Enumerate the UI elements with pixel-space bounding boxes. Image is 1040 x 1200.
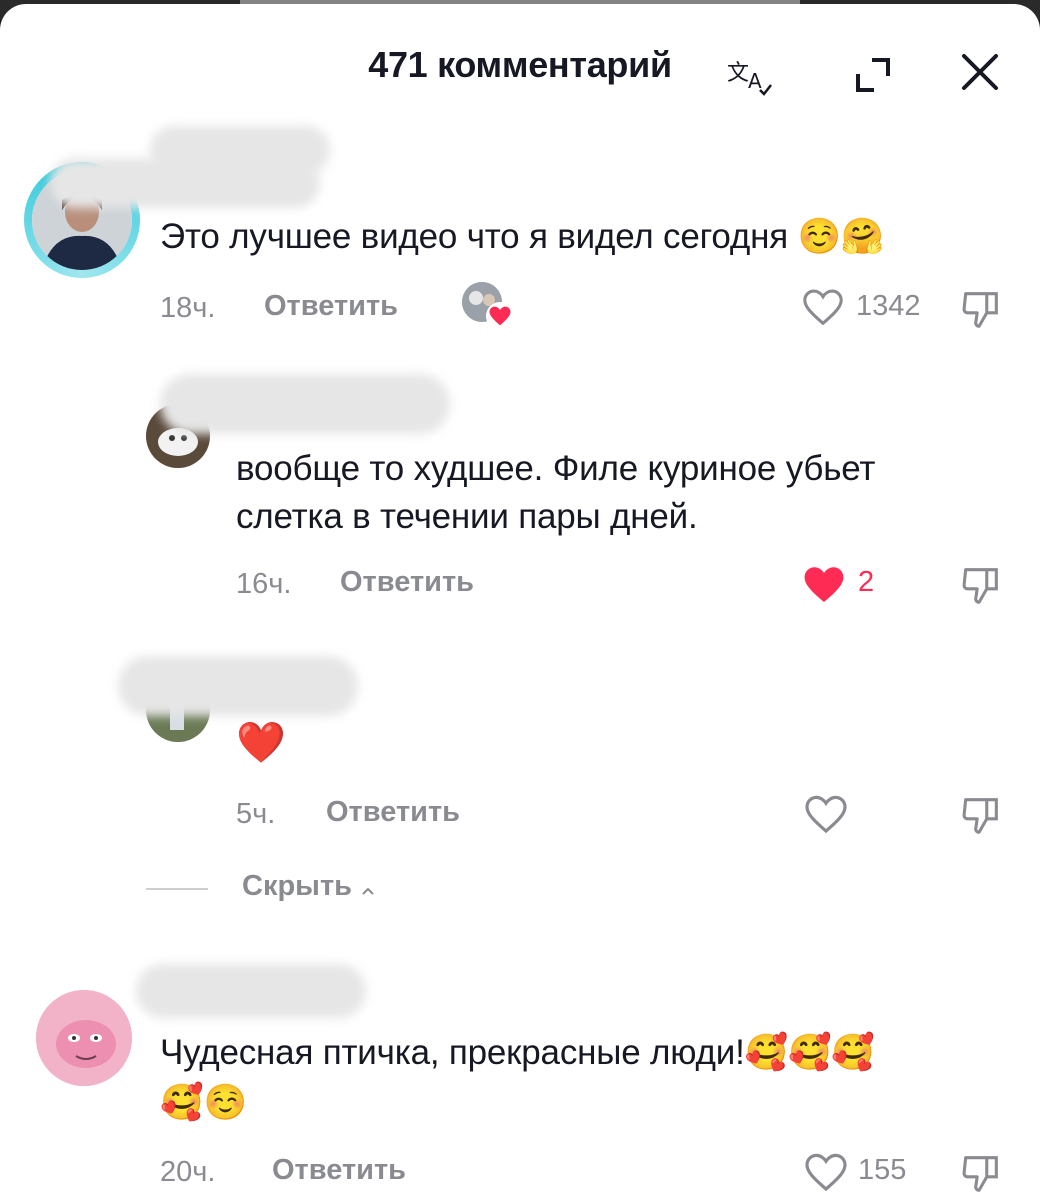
comment-text: Чудесная птичка, прекрасные люди!🥰🥰🥰 <box>160 1030 875 1076</box>
expand-icon[interactable] <box>852 54 894 96</box>
like-count: 155 <box>858 1154 907 1186</box>
reply-button[interactable]: Ответить <box>340 566 474 599</box>
comment-emoji-line: 🥰☺️ <box>160 1083 248 1122</box>
translate-icon[interactable]: 文 A <box>724 50 774 100</box>
comment-item: Чудесная птичка, прекрасные люди!🥰🥰🥰 🥰☺️… <box>0 944 1040 1200</box>
avatar[interactable] <box>36 990 132 1086</box>
like-heart-icon[interactable] <box>802 790 850 838</box>
reply-item: вообще то худшее. Филе куриное убьет сле… <box>0 364 1040 604</box>
reply-text-line: вообще то худшее. Филе куриное убьет <box>236 449 876 488</box>
dislike-icon[interactable] <box>958 1150 1004 1196</box>
like-count: 2 <box>858 566 875 598</box>
reply-button[interactable]: Ответить <box>264 290 398 323</box>
username-redacted[interactable] <box>118 656 358 716</box>
dislike-icon[interactable] <box>958 792 1004 838</box>
comment-emoji: 🥰🥰🥰 <box>744 1033 875 1072</box>
comment-emoji: ☺️🤗 <box>797 217 885 256</box>
comment-text-body: Это лучшее видео что я видел сегодня <box>160 217 789 256</box>
close-icon[interactable] <box>958 50 1002 94</box>
like-count: 1342 <box>856 290 921 322</box>
chevron-up-icon <box>362 887 375 895</box>
replies-divider <box>146 888 208 890</box>
hide-replies-label: Скрыть <box>242 870 352 902</box>
username-redacted[interactable] <box>50 158 320 208</box>
timestamp: 16ч. <box>236 568 292 600</box>
svg-text:文: 文 <box>727 61 749 86</box>
creator-liked-badge <box>462 282 514 330</box>
dislike-icon[interactable] <box>958 286 1004 332</box>
like-heart-icon-filled[interactable] <box>800 560 848 608</box>
like-heart-icon[interactable] <box>800 284 846 330</box>
reply-item: ❤️ 5ч. Ответить <box>0 644 1040 844</box>
reply-emoji: ❤️ <box>236 721 286 765</box>
comment-item: Это лучшее видео что я видел сегодня ☺️🤗… <box>0 114 1040 334</box>
svg-text:A: A <box>748 69 762 93</box>
heart-icon <box>486 302 514 330</box>
timestamp: 18ч. <box>160 292 216 324</box>
comment-text: Это лучшее видео что я видел сегодня ☺️🤗 <box>160 214 885 260</box>
comments-panel: 471 комментарий 文 A Это лучшее видео что… <box>0 4 1040 1200</box>
hide-replies-button[interactable]: Скрыть <box>242 870 376 903</box>
username-redacted[interactable] <box>136 964 366 1018</box>
timestamp: 20ч. <box>160 1156 216 1188</box>
reply-button[interactable]: Ответить <box>272 1154 406 1187</box>
timestamp: 5ч. <box>236 798 276 830</box>
comment-text-body: Чудесная птичка, прекрасные люди! <box>160 1033 745 1072</box>
reply-text-line: слетка в течении пары дней. <box>236 497 698 536</box>
username-redacted[interactable] <box>160 374 450 434</box>
reply-button[interactable]: Ответить <box>326 796 460 829</box>
dislike-icon[interactable] <box>958 562 1004 608</box>
like-heart-icon[interactable] <box>802 1148 850 1196</box>
